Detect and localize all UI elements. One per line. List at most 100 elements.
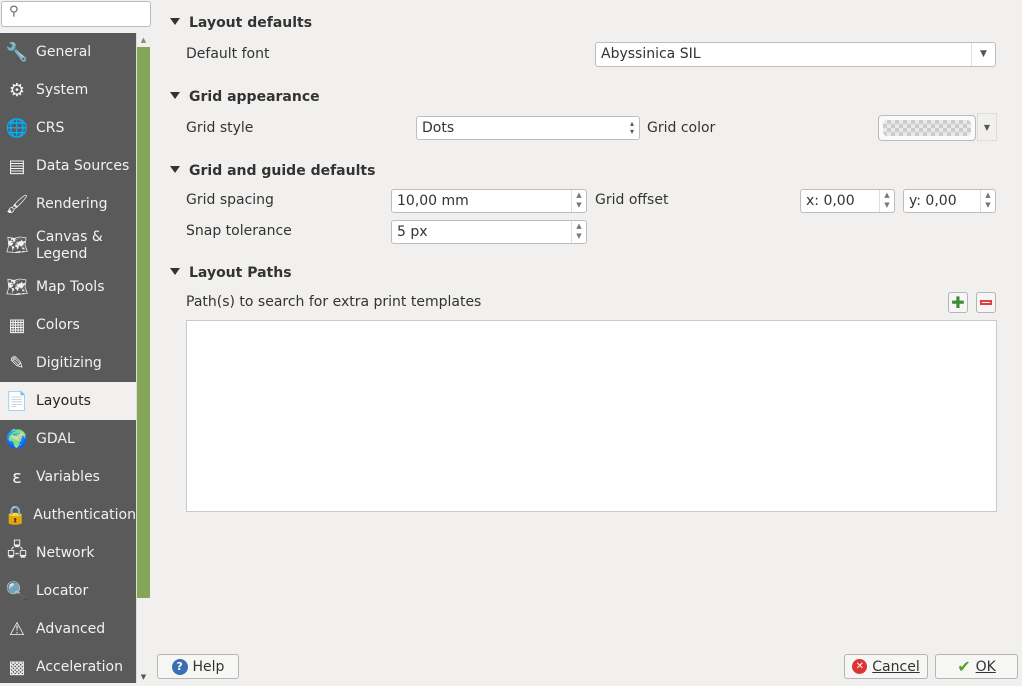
sidebar-item-layouts[interactable]: 📄 Layouts [0,382,136,420]
sidebar-item-digitizing[interactable]: ✎ Digitizing [0,344,136,382]
sidebar-item-label: Advanced [36,621,106,637]
sidebar-item-label: Locator [36,583,89,599]
grid-spacing-label: Grid spacing [186,192,274,208]
sidebar-item-general[interactable]: 🔧 General [0,33,136,71]
sidebar-item-advanced[interactable]: ⚠ Advanced [0,610,136,648]
cancel-button[interactable]: ✕ Cancel [844,654,928,679]
system-icon: ⚙ [8,79,26,101]
sidebar-item-label: Colors [36,317,80,333]
sidebar-item-label: CRS [36,120,65,136]
check-icon: ✔ [957,657,971,676]
default-font-combo[interactable]: Abyssinica SIL ▼ [595,42,996,67]
search-input[interactable]: ⚲ [1,1,151,27]
sidebar-item-label: Variables [36,469,100,485]
crs-icon: 🌐 [5,117,29,139]
paths-label: Path(s) to search for extra print templa… [186,294,482,310]
general-icon: 🔧 [5,41,29,63]
plus-icon: ✚ [951,293,965,312]
advanced-icon: ⚠ [8,618,26,640]
snap-tolerance-label: Snap tolerance [186,223,292,239]
sidebar-item-label: Layouts [36,393,91,409]
sidebar-item-gdal[interactable]: 🌍 GDAL [0,420,136,458]
gdal-icon: 🌍 [5,428,29,450]
cancel-icon: ✕ [852,659,868,674]
rendering-icon: 🖌 [5,193,29,215]
canvas-legend-icon: 🗺 [5,235,29,256]
updown-icon: ▴ ▾ [629,119,634,136]
grid-color-button[interactable] [878,115,976,141]
sidebar: 🔧 General ⚙ System 🌐 CRS ▤ Data Sources 🖌 Renderi… [0,33,136,683]
offset-y-value: y: 0,00 [909,193,957,209]
sidebar-item-label: Map Tools [36,279,105,295]
grid-offset-y-spinbox[interactable]: y: 0,00 ▲ ▼ [903,189,996,213]
authentication-icon: 🔒 [4,504,27,526]
sidebar-item-crs[interactable]: 🌐 CRS [0,109,136,147]
chevron-down-icon: ▼ [971,43,995,66]
sidebar-item-acceleration[interactable]: ▩ Acceleration [0,648,136,686]
help-icon: ? [171,658,188,675]
spin-arrows[interactable]: ▲ ▼ [571,190,586,212]
grid-spacing-value: 10,00 mm [397,193,469,209]
snap-tolerance-spinbox[interactable]: 5 px ▲ ▼ [391,220,587,244]
help-button[interactable]: ? Help [157,654,239,679]
default-font-label: Default font [186,46,270,62]
digitizing-icon: ✎ [9,352,25,374]
sidebar-item-label: System [36,82,89,98]
variables-icon: ε [12,466,22,488]
sidebar-item-network[interactable]: 🖧 Network [0,534,136,572]
grid-style-combo[interactable]: Dots ▴ ▾ [416,116,640,140]
acceleration-icon: ▩ [8,656,26,678]
sidebar-item-label: Authentication [33,507,136,523]
network-icon: 🖧 [6,540,28,561]
sidebar-item-authentication[interactable]: 🔒 Authentication [0,496,136,534]
grid-spacing-spinbox[interactable]: 10,00 mm ▲ ▼ [391,189,587,213]
sidebar-item-canvas-legend[interactable]: 🗺 Canvas & Legend [0,223,136,268]
scrollbar-thumb[interactable] [137,47,150,598]
default-font-value: Abyssinica SIL [601,46,701,62]
cancel-label: Cancel [872,658,920,675]
ok-label: OK [975,658,996,675]
section-layout-defaults[interactable]: Layout defaults [170,15,312,31]
spin-arrows[interactable]: ▲ ▼ [980,190,995,212]
paths-list[interactable] [186,320,997,512]
grid-style-label: Grid style [186,120,254,136]
locator-icon: 🔍 [5,580,29,602]
minus-icon [980,300,992,305]
sidebar-item-label: Data Sources [36,158,130,174]
data-sources-icon: ▤ [8,155,26,177]
offset-x-value: x: 0,00 [806,193,855,209]
section-grid-appearance[interactable]: Grid appearance [170,89,320,105]
grid-offset-label: Grid offset [595,192,669,208]
ok-button[interactable]: ✔ OK [935,654,1018,679]
add-path-button[interactable]: ✚ [948,292,968,313]
sidebar-item-data-sources[interactable]: ▤ Data Sources [0,147,136,185]
sidebar-item-label: GDAL [36,431,75,447]
sidebar-item-label: General [36,44,92,60]
sidebar-item-label: Acceleration [36,659,123,675]
sidebar-item-label: Network [36,545,95,561]
sidebar-item-label: Digitizing [36,355,102,371]
section-layout-paths[interactable]: Layout Paths [170,265,292,281]
grid-offset-x-spinbox[interactable]: x: 0,00 ▲ ▼ [800,189,895,213]
sidebar-item-variables[interactable]: ε Variables [0,458,136,496]
grid-color-label: Grid color [647,120,716,136]
grid-style-value: Dots [422,120,455,136]
colors-icon: ▦ [8,314,26,336]
snap-value: 5 px [397,224,428,240]
grid-color-dropdown[interactable]: ▼ [977,113,997,141]
sidebar-item-map-tools[interactable]: 🗺 Map Tools [0,268,136,306]
spin-arrows[interactable]: ▲ ▼ [879,190,894,212]
map-tools-icon: 🗺 [5,276,29,298]
help-label: Help [192,658,225,675]
spin-arrows[interactable]: ▲ ▼ [571,221,586,243]
layouts-icon: 📄 [5,390,29,412]
sidebar-item-system[interactable]: ⚙ System [0,71,136,109]
section-grid-guide[interactable]: Grid and guide defaults [170,163,375,179]
sidebar-item-colors[interactable]: ▦ Colors [0,306,136,344]
sidebar-item-label: Canvas & Legend [36,228,103,262]
sidebar-item-rendering[interactable]: 🖌 Rendering [0,185,136,223]
sidebar-item-locator[interactable]: 🔍 Locator [0,572,136,610]
search-icon: ⚲ [9,4,19,19]
remove-path-button[interactable] [976,292,996,313]
sidebar-item-label: Rendering [36,196,108,212]
